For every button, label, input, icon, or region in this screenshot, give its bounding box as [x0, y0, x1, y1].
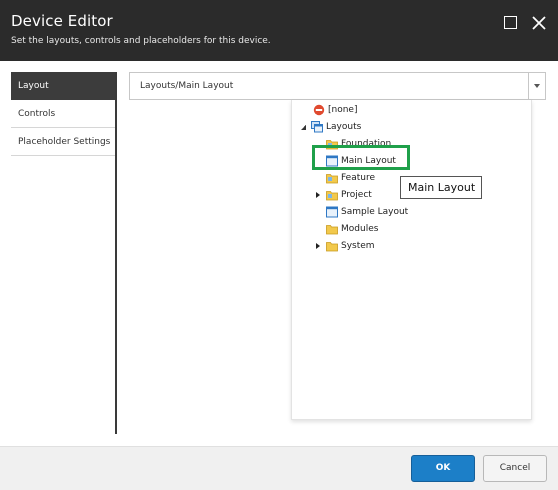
- folder-icon: [326, 223, 338, 235]
- title-bar: Device Editor Set the layouts, controls …: [0, 0, 558, 61]
- folder-icon: [326, 172, 338, 184]
- layout-icon: [326, 155, 338, 167]
- close-icon: [532, 16, 546, 30]
- tree-item-label: Project: [341, 190, 372, 200]
- none-icon: [313, 104, 325, 116]
- tree-item-label: [none]: [328, 105, 358, 115]
- chevron-down-icon: [534, 84, 540, 88]
- folder-icon: [326, 138, 338, 150]
- tab-layout[interactable]: Layout: [11, 72, 115, 100]
- cancel-button[interactable]: Cancel: [483, 455, 547, 482]
- tree-item-label: Modules: [341, 224, 379, 234]
- close-button[interactable]: [530, 14, 548, 32]
- ok-button[interactable]: OK: [411, 455, 475, 482]
- tab-controls[interactable]: Controls: [11, 100, 115, 128]
- maximize-icon: [504, 16, 517, 29]
- layouts-icon: [311, 121, 323, 133]
- folder-icon: [326, 189, 338, 201]
- layout-tree-dropdown: [none] Layouts Foundation Main Layout Fe…: [291, 100, 532, 420]
- dialog-subtitle: Set the layouts, controls and placeholde…: [11, 36, 271, 46]
- folder-icon: [326, 240, 338, 252]
- tooltip: Main Layout: [400, 176, 482, 199]
- dialog-content: Layout Controls Placeholder Settings Lay…: [0, 61, 558, 446]
- layout-icon: [326, 206, 338, 218]
- tree-item-label: Layouts: [326, 122, 362, 132]
- tab-list: Layout Controls Placeholder Settings: [11, 72, 117, 434]
- expand-toggle[interactable]: [314, 188, 322, 203]
- dropdown-arrow-button[interactable]: [528, 73, 545, 99]
- layout-dropdown-value: Layouts/Main Layout: [140, 81, 234, 91]
- tree-item-label: Foundation: [341, 139, 392, 149]
- expand-toggle[interactable]: [314, 239, 322, 254]
- tab-placeholder-settings[interactable]: Placeholder Settings: [11, 128, 115, 156]
- tree-item-label: System: [341, 241, 375, 251]
- tree-item-label: Feature: [341, 173, 376, 183]
- dialog-title: Device Editor: [11, 12, 113, 30]
- layout-dropdown[interactable]: Layouts/Main Layout: [129, 72, 546, 100]
- dialog-footer: OK Cancel: [0, 446, 558, 490]
- maximize-button[interactable]: [502, 14, 520, 32]
- tree-item-label: Sample Layout: [341, 207, 409, 217]
- tree-item-label: Main Layout: [341, 156, 396, 166]
- expand-toggle[interactable]: [300, 120, 308, 135]
